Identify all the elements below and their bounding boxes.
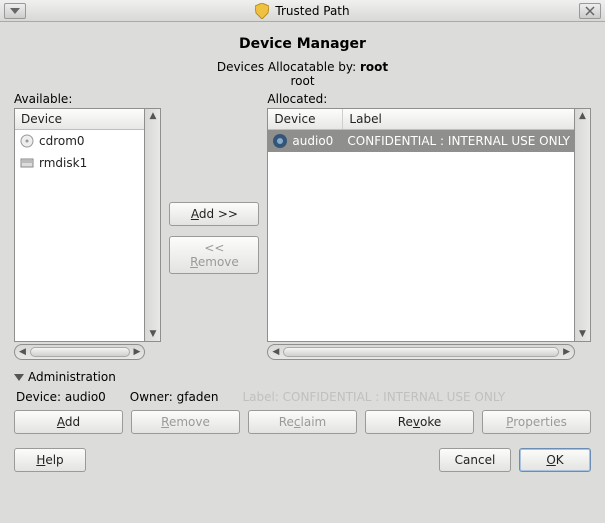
window-title: Trusted Path bbox=[275, 4, 349, 18]
available-header: Device bbox=[15, 109, 144, 130]
allocated-header: Device Label bbox=[268, 109, 574, 130]
admin-add-button[interactable]: Add bbox=[14, 410, 123, 434]
device-name: cdrom0 bbox=[39, 134, 85, 148]
scroll-down-icon: ▼ bbox=[579, 329, 586, 339]
admin-revoke-button[interactable]: Revoke bbox=[365, 410, 474, 434]
help-button[interactable]: Help bbox=[14, 448, 86, 472]
scroll-left-icon: ◀ bbox=[272, 347, 279, 357]
device-name: rmdisk1 bbox=[39, 156, 87, 170]
close-button[interactable] bbox=[579, 3, 601, 19]
device-name: audio0 bbox=[292, 134, 333, 148]
bottom-buttons: Help Cancel OK bbox=[14, 448, 591, 472]
admin-remove-button[interactable]: Remove bbox=[131, 410, 240, 434]
available-header-device[interactable]: Device bbox=[15, 109, 144, 129]
cd-icon bbox=[19, 133, 35, 149]
scroll-thumb[interactable] bbox=[30, 347, 130, 357]
chevron-down-icon bbox=[10, 8, 20, 14]
administration-toggle[interactable]: Administration bbox=[14, 370, 591, 384]
scroll-right-icon: ▶ bbox=[563, 347, 570, 357]
device-label: CONFIDENTIAL : INTERNAL USE ONLY bbox=[347, 134, 570, 148]
title-center: Trusted Path bbox=[26, 3, 579, 19]
available-label: Available: bbox=[14, 92, 161, 106]
administration-section: Administration Device: audio0 Owner: gfa… bbox=[14, 370, 591, 434]
allocated-header-label[interactable]: Label bbox=[343, 109, 574, 129]
administration-label: Administration bbox=[28, 370, 116, 384]
allocated-hscroll[interactable]: ◀ ▶ bbox=[267, 344, 575, 360]
dialog-title: Device Manager bbox=[14, 36, 591, 52]
audio-icon bbox=[272, 133, 288, 149]
cancel-button[interactable]: Cancel bbox=[439, 448, 511, 472]
chevron-down-icon bbox=[14, 372, 24, 382]
list-item[interactable]: audio0 CONFIDENTIAL : INTERNAL USE ONLY bbox=[268, 130, 574, 152]
allocated-vscroll[interactable]: ▲ ▼ bbox=[575, 108, 591, 342]
remove-from-allocated-button[interactable]: << Remove bbox=[169, 236, 259, 274]
scroll-down-icon: ▼ bbox=[149, 329, 156, 339]
add-to-allocated-button[interactable]: Add >> bbox=[169, 202, 259, 226]
window-body: Device Manager Devices Allocatable by: r… bbox=[0, 22, 605, 482]
allocated-header-device[interactable]: Device bbox=[268, 109, 343, 129]
scroll-up-icon: ▲ bbox=[149, 111, 156, 121]
transfer-buttons: Add >> << Remove bbox=[169, 92, 259, 274]
admin-reclaim-button[interactable]: Reclaim bbox=[248, 410, 357, 434]
allocatable-by-line: Devices Allocatable by: root bbox=[14, 60, 591, 74]
window-menu-button[interactable] bbox=[4, 3, 26, 19]
ok-button[interactable]: OK bbox=[519, 448, 591, 472]
list-item[interactable]: rmdisk1 bbox=[15, 152, 144, 174]
available-vscroll[interactable]: ▲ ▼ bbox=[145, 108, 161, 342]
scroll-thumb[interactable] bbox=[283, 347, 559, 357]
admin-owner: Owner: gfaden bbox=[130, 390, 219, 404]
disk-icon bbox=[19, 155, 35, 171]
scroll-left-icon: ◀ bbox=[19, 347, 26, 357]
allocated-list[interactable]: Device Label audio0 CONFIDENTIAL : INTERN… bbox=[267, 108, 575, 342]
allocated-pane: Allocated: Device Label audio0 CONFIDENTI… bbox=[267, 92, 591, 360]
titlebar: Trusted Path bbox=[0, 0, 605, 22]
scroll-up-icon: ▲ bbox=[579, 111, 586, 121]
allocatable-by-prefix: Devices Allocatable by: bbox=[217, 60, 360, 74]
available-hscroll[interactable]: ◀ ▶ bbox=[14, 344, 145, 360]
shield-icon bbox=[255, 3, 269, 19]
available-pane: Available: Device cdrom0 rmdisk1 ▲ ▼ ◀ ▶ bbox=[14, 92, 161, 360]
close-icon bbox=[585, 6, 595, 16]
allocatable-user-line: root bbox=[14, 74, 591, 88]
admin-device: Device: audio0 bbox=[16, 390, 106, 404]
allocated-label: Allocated: bbox=[267, 92, 591, 106]
scroll-right-icon: ▶ bbox=[134, 347, 141, 357]
admin-label: Label: CONFIDENTIAL : INTERNAL USE ONLY bbox=[242, 390, 505, 404]
list-item[interactable]: cdrom0 bbox=[15, 130, 144, 152]
admin-properties-button[interactable]: Properties bbox=[482, 410, 591, 434]
allocatable-by-user: root bbox=[360, 60, 388, 74]
panes: Available: Device cdrom0 rmdisk1 ▲ ▼ ◀ ▶ bbox=[14, 92, 591, 360]
admin-buttons: Add Remove Reclaim Revoke Properties bbox=[14, 410, 591, 434]
admin-info-row: Device: audio0 Owner: gfaden Label: CONF… bbox=[14, 390, 591, 404]
available-list[interactable]: Device cdrom0 rmdisk1 bbox=[14, 108, 145, 342]
